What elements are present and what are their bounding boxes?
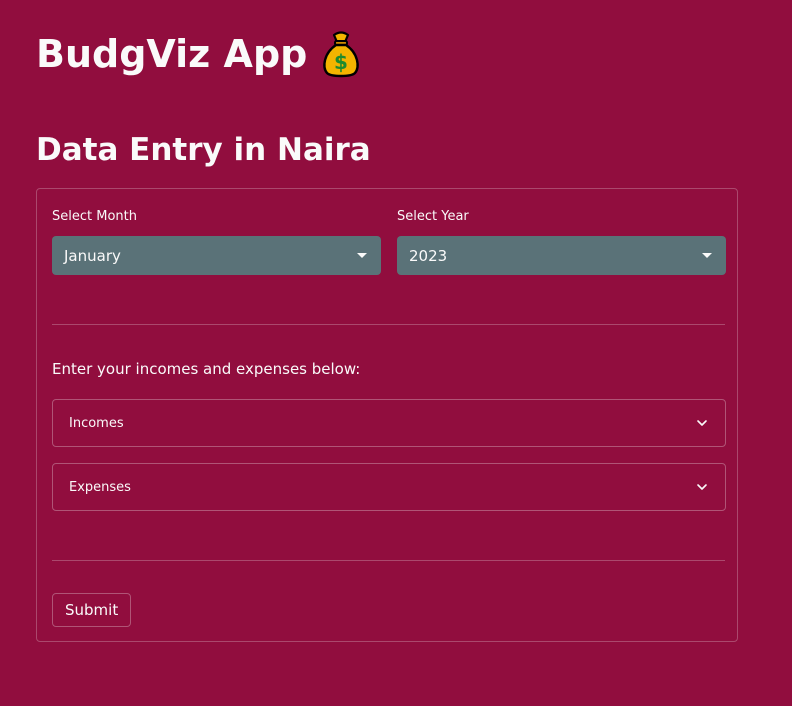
divider: [52, 560, 725, 561]
data-entry-form: Select Month January Select Year 2023 En…: [36, 188, 738, 642]
submit-button[interactable]: Submit: [52, 593, 132, 627]
incomes-expander-label: Incomes: [69, 415, 124, 431]
svg-text:$: $: [334, 50, 348, 74]
app-title-text: BudgViz App: [36, 32, 308, 76]
incomes-expander[interactable]: Incomes: [52, 399, 726, 447]
chevron-down-icon: [697, 484, 707, 490]
caret-down-icon: [357, 253, 367, 258]
instructions-text: Enter your incomes and expenses below:: [52, 360, 361, 378]
year-select[interactable]: 2023: [397, 236, 726, 275]
month-label: Select Month: [52, 209, 137, 224]
caret-down-icon: [702, 253, 712, 258]
expenses-expander[interactable]: Expenses: [52, 463, 726, 511]
year-label: Select Year: [397, 209, 469, 224]
app-title: BudgViz App $: [36, 22, 361, 86]
month-select-value: January: [64, 246, 121, 265]
month-select[interactable]: January: [52, 236, 381, 275]
divider: [52, 324, 725, 325]
section-title: Data Entry in Naira: [36, 132, 371, 168]
year-select-value: 2023: [409, 246, 448, 265]
chevron-down-icon: [697, 420, 707, 426]
expenses-expander-label: Expenses: [69, 479, 131, 495]
money-bag-icon: $: [323, 31, 360, 78]
